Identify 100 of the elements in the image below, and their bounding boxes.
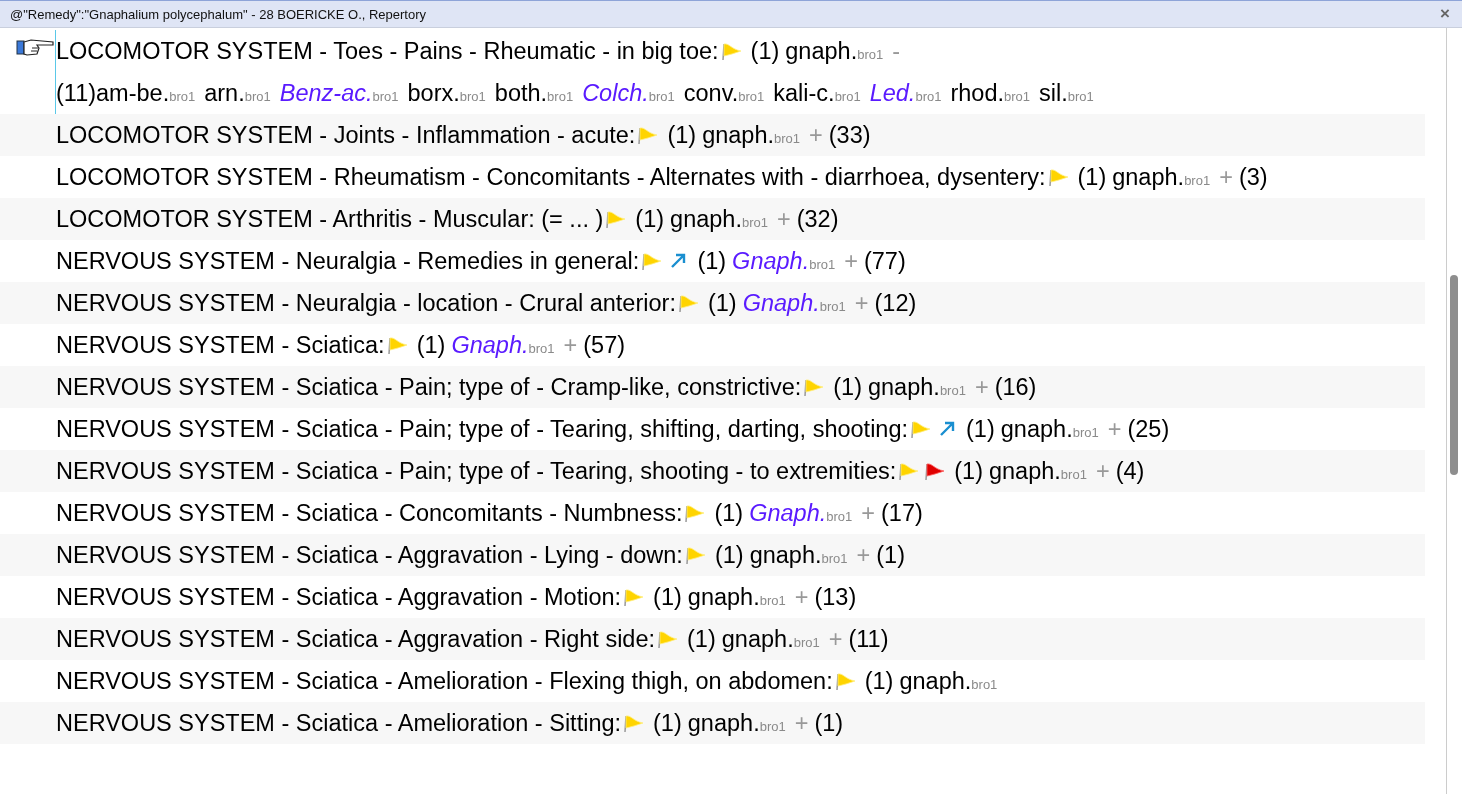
remedy-count: (1) xyxy=(687,626,716,652)
remedy-count: (25) xyxy=(1127,416,1170,442)
remedy-count: (1) xyxy=(966,416,995,442)
rubric-text: NERVOUS SYSTEM - Sciatica - Pain; type of - Cramp-like, constrictive: xyxy=(56,374,802,400)
remedy-name[interactable]: Colch. xyxy=(582,80,649,106)
remedy-count: (11) xyxy=(56,80,97,106)
remedy-name[interactable]: gnaph. xyxy=(702,122,774,148)
expand-sign: - xyxy=(892,38,901,64)
remedy-name[interactable]: Gnaph. xyxy=(732,248,810,274)
remedy-count: (1) xyxy=(714,500,744,526)
expand-sign: + xyxy=(861,500,875,526)
remedy-count: (1) xyxy=(864,668,894,694)
remedy-name[interactable]: borx. xyxy=(407,80,460,106)
remedy-name[interactable]: gnaph. xyxy=(785,38,858,64)
expand-sign: + xyxy=(854,290,869,316)
source-abbreviation: bro1 xyxy=(759,719,786,734)
expand-sign: + xyxy=(794,710,809,736)
source-abbreviation: bro1 xyxy=(741,215,768,230)
source-abbreviation: bro1 xyxy=(819,299,846,314)
rubric-text: NERVOUS SYSTEM - Sciatica - Amelioration - Flexing thigh, on abdomen: xyxy=(56,668,833,694)
remedy-name[interactable]: gnaph. xyxy=(670,206,742,232)
remedy-name[interactable]: gnaph. xyxy=(899,668,972,694)
rubric-text: LOCOMOTOR SYSTEM - Toes - Pains - Rheumatic - in big toe: xyxy=(56,38,719,64)
remedy-count: (1) xyxy=(667,122,697,148)
expand-sign: + xyxy=(1095,458,1110,484)
remedy-name[interactable]: gnaph. xyxy=(868,374,940,400)
remedy-name[interactable]: Gnaph. xyxy=(451,332,529,358)
rubric-text: NERVOUS SYSTEM - Sciatica - Concomitants - Numbness: xyxy=(56,500,683,526)
remedy-count: (32) xyxy=(796,206,839,232)
source-abbreviation: bro1 xyxy=(372,89,399,104)
remedy-count: (57) xyxy=(583,332,626,358)
remedy-name[interactable]: gnaph. xyxy=(988,458,1061,484)
remedy-name[interactable]: arn. xyxy=(204,80,245,106)
remedy-count: (1) xyxy=(653,584,682,610)
rubric-text: NERVOUS SYSTEM - Sciatica - Aggravation - Motion: xyxy=(56,584,622,610)
remedy-name[interactable]: both. xyxy=(494,80,548,106)
expand-sign: + xyxy=(794,584,809,610)
remedy-count: (33) xyxy=(828,122,871,148)
source-abbreviation: bro1 xyxy=(1067,89,1094,104)
rubric-text: NERVOUS SYSTEM - Sciatica - Aggravation - Lying - down: xyxy=(56,542,683,568)
remedy-name[interactable]: gnaph. xyxy=(721,626,794,652)
source-abbreviation: bro1 xyxy=(915,89,942,104)
remedy-count: (1) xyxy=(814,710,844,736)
source-abbreviation: bro1 xyxy=(528,341,555,356)
source-abbreviation: bro1 xyxy=(971,677,998,692)
rubric-text: LOCOMOTOR SYSTEM - Joints - Inflammation - acute: xyxy=(56,122,636,148)
expand-sign: + xyxy=(828,626,843,652)
source-abbreviation: bro1 xyxy=(759,593,786,608)
expand-sign: + xyxy=(809,122,823,148)
remedy-name[interactable]: conv. xyxy=(683,80,739,106)
source-abbreviation: bro1 xyxy=(821,551,848,566)
remedy-count: (16) xyxy=(994,374,1037,400)
source-abbreviation: bro1 xyxy=(809,257,836,272)
rubric-text: NERVOUS SYSTEM - Neuralgia - location - Crural anterior: xyxy=(56,290,676,316)
rubric-text: NERVOUS SYSTEM - Sciatica - Pain; type of - Tearing, shooting - to extremities: xyxy=(56,458,897,484)
remedy-count: (12) xyxy=(874,290,917,316)
source-abbreviation: bro1 xyxy=(1060,467,1087,482)
source-abbreviation: bro1 xyxy=(648,89,675,104)
remedy-name[interactable]: Gnaph. xyxy=(742,290,820,316)
remedy-name[interactable]: rhod. xyxy=(950,80,1004,106)
expand-sign: + xyxy=(856,542,871,568)
expand-sign: + xyxy=(1107,416,1122,442)
expand-sign: + xyxy=(1219,164,1233,190)
scrollbar-thumb[interactable] xyxy=(1450,275,1458,475)
remedy-count: (1) xyxy=(1077,164,1107,190)
remedy-name[interactable]: gnaph. xyxy=(687,584,760,610)
source-abbreviation: bro1 xyxy=(774,131,801,146)
source-abbreviation: bro1 xyxy=(1004,89,1031,104)
rubric-text: NERVOUS SYSTEM - Neuralgia - Remedies in general: xyxy=(56,248,640,274)
remedy-count: (1) xyxy=(707,290,737,316)
remedy-count: (77) xyxy=(863,248,906,274)
remedy-count: (1) xyxy=(416,332,446,358)
remedy-name[interactable]: gnaph. xyxy=(687,710,760,736)
remedy-name[interactable]: kali-c. xyxy=(773,80,835,106)
remedy-name[interactable]: gnaph. xyxy=(749,542,822,568)
rubric-text: NERVOUS SYSTEM - Sciatica - Pain; type of - Tearing, shifting, darting, shooting: xyxy=(56,416,909,442)
expand-sign: + xyxy=(563,332,578,358)
rubric-text: NERVOUS SYSTEM - Sciatica - Amelioration - Sitting: xyxy=(56,710,622,736)
source-abbreviation: bro1 xyxy=(793,635,820,650)
remedy-name[interactable]: Benz-ac. xyxy=(279,80,373,106)
remedy-count: (1) xyxy=(697,248,727,274)
source-abbreviation: bro1 xyxy=(857,47,884,62)
remedy-name[interactable]: gnaph. xyxy=(1000,416,1073,442)
expand-sign: + xyxy=(844,248,858,274)
rubric-text: LOCOMOTOR SYSTEM - Rheumatism - Concomitants - Alternates with - diarrhoea, dysentery: xyxy=(56,164,1046,190)
remedy-count: (13) xyxy=(814,584,857,610)
remedy-count: (4) xyxy=(1115,458,1145,484)
source-abbreviation: bro1 xyxy=(738,89,765,104)
source-abbreviation: bro1 xyxy=(169,89,196,104)
remedy-count: (3) xyxy=(1238,164,1268,190)
remedy-count: (11) xyxy=(848,626,889,652)
rubric-text: NERVOUS SYSTEM - Sciatica: xyxy=(56,332,385,358)
remedy-name[interactable]: am-be. xyxy=(96,80,170,106)
close-button[interactable]: × xyxy=(1438,5,1452,23)
remedy-name[interactable]: Gnaph. xyxy=(749,500,827,526)
source-abbreviation: bro1 xyxy=(459,89,486,104)
source-abbreviation: bro1 xyxy=(1072,425,1099,440)
remedy-name[interactable]: sil. xyxy=(1039,80,1068,106)
remedy-name[interactable]: Led. xyxy=(869,80,916,106)
remedy-name[interactable]: gnaph. xyxy=(1112,164,1185,190)
